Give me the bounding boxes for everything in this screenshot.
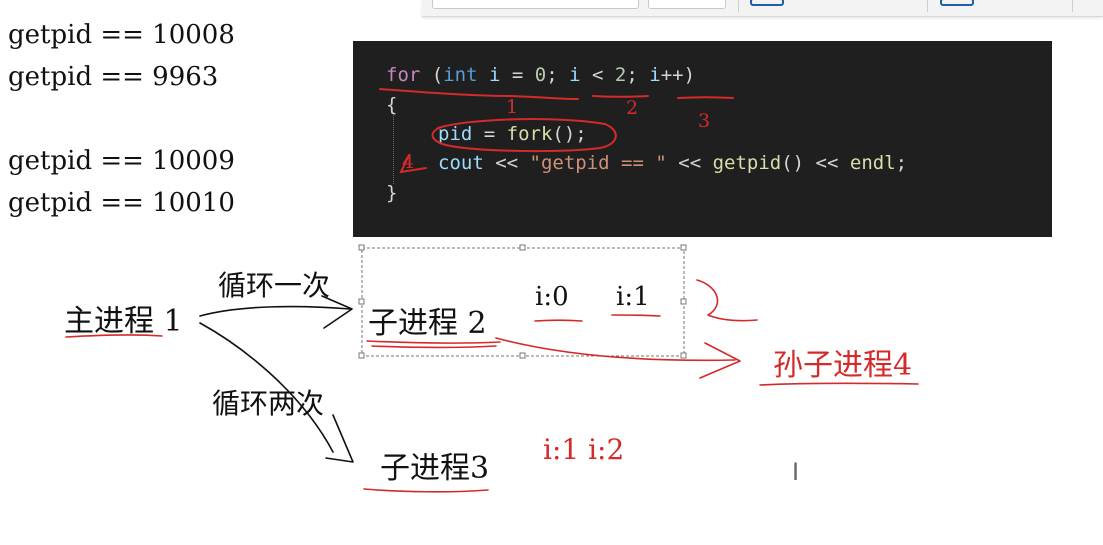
- ink-number-1: 1: [506, 96, 518, 118]
- ink-number-4: 4: [402, 151, 414, 173]
- arrow-loop-once: [199, 305, 351, 317]
- ink-number-2: 2: [626, 97, 638, 119]
- text-cursor-icon: I: [792, 458, 800, 486]
- ink-brace: [696, 279, 758, 322]
- arrow-to-grandchild: [495, 337, 736, 362]
- arrow-head-twice: [325, 414, 354, 463]
- label-child-process-3: 子进程3: [380, 451, 490, 486]
- label-loop-once: 循环一次: [218, 269, 331, 302]
- ink-underline-cond: [592, 95, 649, 98]
- ink-underline-init: [379, 88, 579, 100]
- label-child2-i0: i:0: [535, 282, 569, 312]
- ink-number-3: 3: [698, 110, 710, 132]
- ink-underline-i1: [611, 314, 661, 317]
- label-grandchild-process-4: 孙子进程4: [773, 348, 913, 383]
- label-child-process-2: 子进程 2: [368, 306, 487, 341]
- ink-underline-incr: [677, 96, 734, 99]
- ink-underline-i0: [534, 319, 583, 322]
- ink-underline-child3: [363, 488, 489, 493]
- label-loop-twice: 循环两次: [212, 387, 325, 420]
- label-child2-i1: i:1: [616, 282, 650, 312]
- label-main-process: 主进程 1: [64, 304, 183, 339]
- label-child3-vars: i:1 i:2: [543, 433, 625, 466]
- ink-circle-fork: [431, 118, 617, 153]
